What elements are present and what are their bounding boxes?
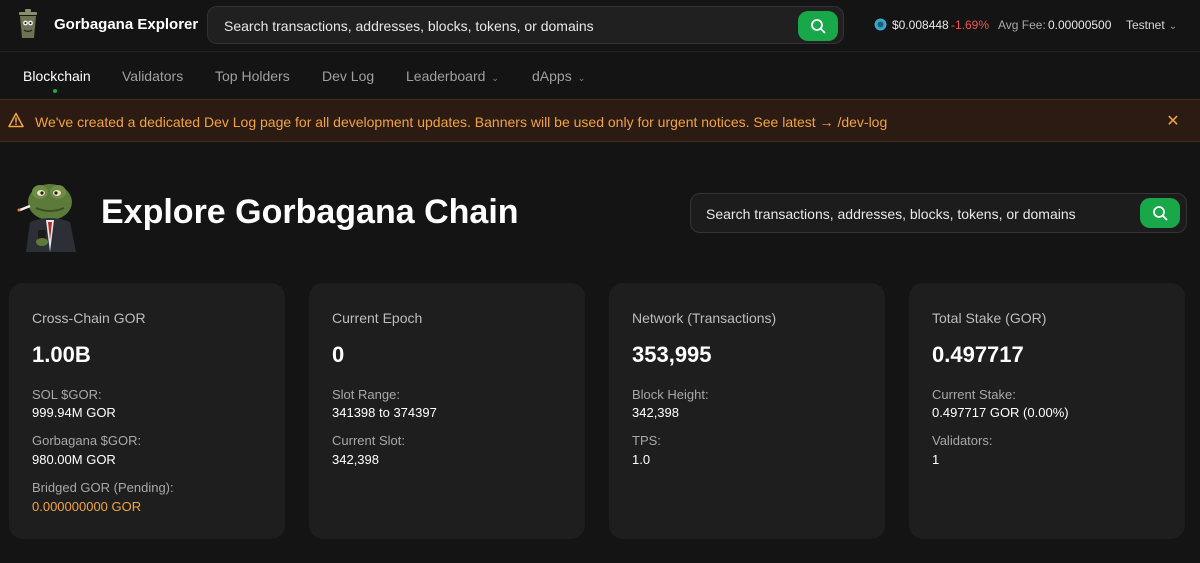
stat-card-total-stake: Total Stake (GOR) 0.497717 Current Stake… — [909, 283, 1185, 539]
nav-item-dapps-label: dApps — [532, 68, 572, 84]
trash-can-logo-icon[interactable] — [16, 9, 40, 39]
stat-label: Current Slot: — [332, 433, 405, 448]
header-search-bar — [207, 6, 844, 44]
stat-card-network-transactions: Network (Transactions) 353,995 Block Hei… — [609, 283, 885, 539]
search-icon — [1153, 206, 1168, 221]
stat-value: 0.000000000 GOR — [32, 499, 142, 514]
warning-triangle-icon — [8, 112, 24, 128]
stat-label: Current Stake: — [932, 387, 1016, 402]
stat-label: Block Height: — [632, 387, 709, 402]
price-change: -1.69% — [951, 18, 990, 32]
card-title: Current Epoch — [332, 310, 423, 326]
nav-item-dev-log[interactable]: Dev Log — [322, 68, 374, 84]
stat-value: 341398 to 374397 — [332, 405, 437, 420]
card-value: 0.497717 — [932, 342, 1024, 367]
nav-item-dapps[interactable]: dApps ⌄ — [532, 68, 585, 84]
nav-item-blockchain[interactable]: Blockchain — [23, 68, 91, 84]
card-title: Total Stake (GOR) — [932, 310, 1047, 326]
stat-card-cross-chain-gor: Cross-Chain GOR 1.00B SOL $GOR: 999.94M … — [9, 283, 285, 539]
stat-label: Gorbagana $GOR: — [32, 433, 142, 448]
search-icon — [811, 19, 826, 34]
network-selector[interactable]: Testnet ⌄ — [1126, 18, 1177, 32]
active-nav-indicator — [53, 89, 57, 93]
nav-item-leaderboard-label: Leaderboard — [406, 68, 486, 84]
chevron-down-icon: ⌄ — [491, 73, 499, 83]
close-icon[interactable]: ✕ — [1165, 111, 1181, 130]
avg-fee-label: Avg Fee: — [998, 18, 1046, 32]
chevron-down-icon: ⌄ — [577, 73, 586, 83]
nav-item-validators[interactable]: Validators — [122, 68, 183, 84]
stat-value: 0.497717 GOR (0.00%) — [932, 405, 1069, 420]
header-search-button[interactable] — [798, 11, 838, 41]
card-title: Cross-Chain GOR — [32, 310, 146, 326]
hero-search-button[interactable] — [1140, 198, 1180, 228]
brand-name[interactable]: Gorbagana Explorer — [54, 16, 198, 33]
stat-label: TPS: — [632, 433, 661, 448]
banner-message[interactable]: We've created a dedicated Dev Log page f… — [35, 114, 887, 130]
stat-value: 342,398 — [332, 452, 379, 467]
token-price: $0.008448 — [892, 18, 949, 32]
stat-label: SOL $GOR: — [32, 387, 102, 402]
page-title: Explore Gorbagana Chain — [101, 193, 519, 231]
card-value: 353,995 — [632, 342, 712, 367]
network-label: Testnet — [1126, 18, 1165, 32]
hero-search-bar — [690, 193, 1187, 233]
token-icon — [874, 18, 887, 31]
card-title: Network (Transactions) — [632, 310, 777, 326]
avg-fee-value: 0.00000500 — [1048, 18, 1112, 32]
hero-search-input[interactable] — [706, 204, 1136, 224]
frog-mascot-icon — [17, 184, 76, 252]
announcement-banner: We've created a dedicated Dev Log page f… — [0, 99, 1200, 142]
header-search-input[interactable] — [224, 16, 784, 36]
stat-value: 980.00M GOR — [32, 452, 116, 467]
nav-item-top-holders[interactable]: Top Holders — [215, 68, 290, 84]
stat-value: 342,398 — [632, 405, 679, 420]
card-value: 1.00B — [32, 342, 91, 367]
stat-label: Validators: — [932, 433, 993, 448]
stat-label: Bridged GOR (Pending): — [32, 480, 174, 495]
stat-value: 1 — [932, 452, 940, 467]
stat-value: 1.0 — [632, 452, 651, 467]
stat-card-current-epoch: Current Epoch 0 Slot Range: 341398 to 37… — [309, 283, 585, 539]
card-value: 0 — [332, 342, 345, 367]
main-nav: Blockchain Validators Top Holders Dev Lo… — [0, 53, 1200, 99]
nav-item-leaderboard[interactable]: Leaderboard ⌄ — [406, 68, 499, 84]
stat-value: 999.94M GOR — [32, 405, 116, 420]
chevron-down-icon: ⌄ — [1168, 21, 1178, 32]
stat-label: Slot Range: — [332, 387, 400, 402]
top-bar: Gorbagana Explorer $0.008448 -1.69% Avg … — [0, 0, 1200, 52]
